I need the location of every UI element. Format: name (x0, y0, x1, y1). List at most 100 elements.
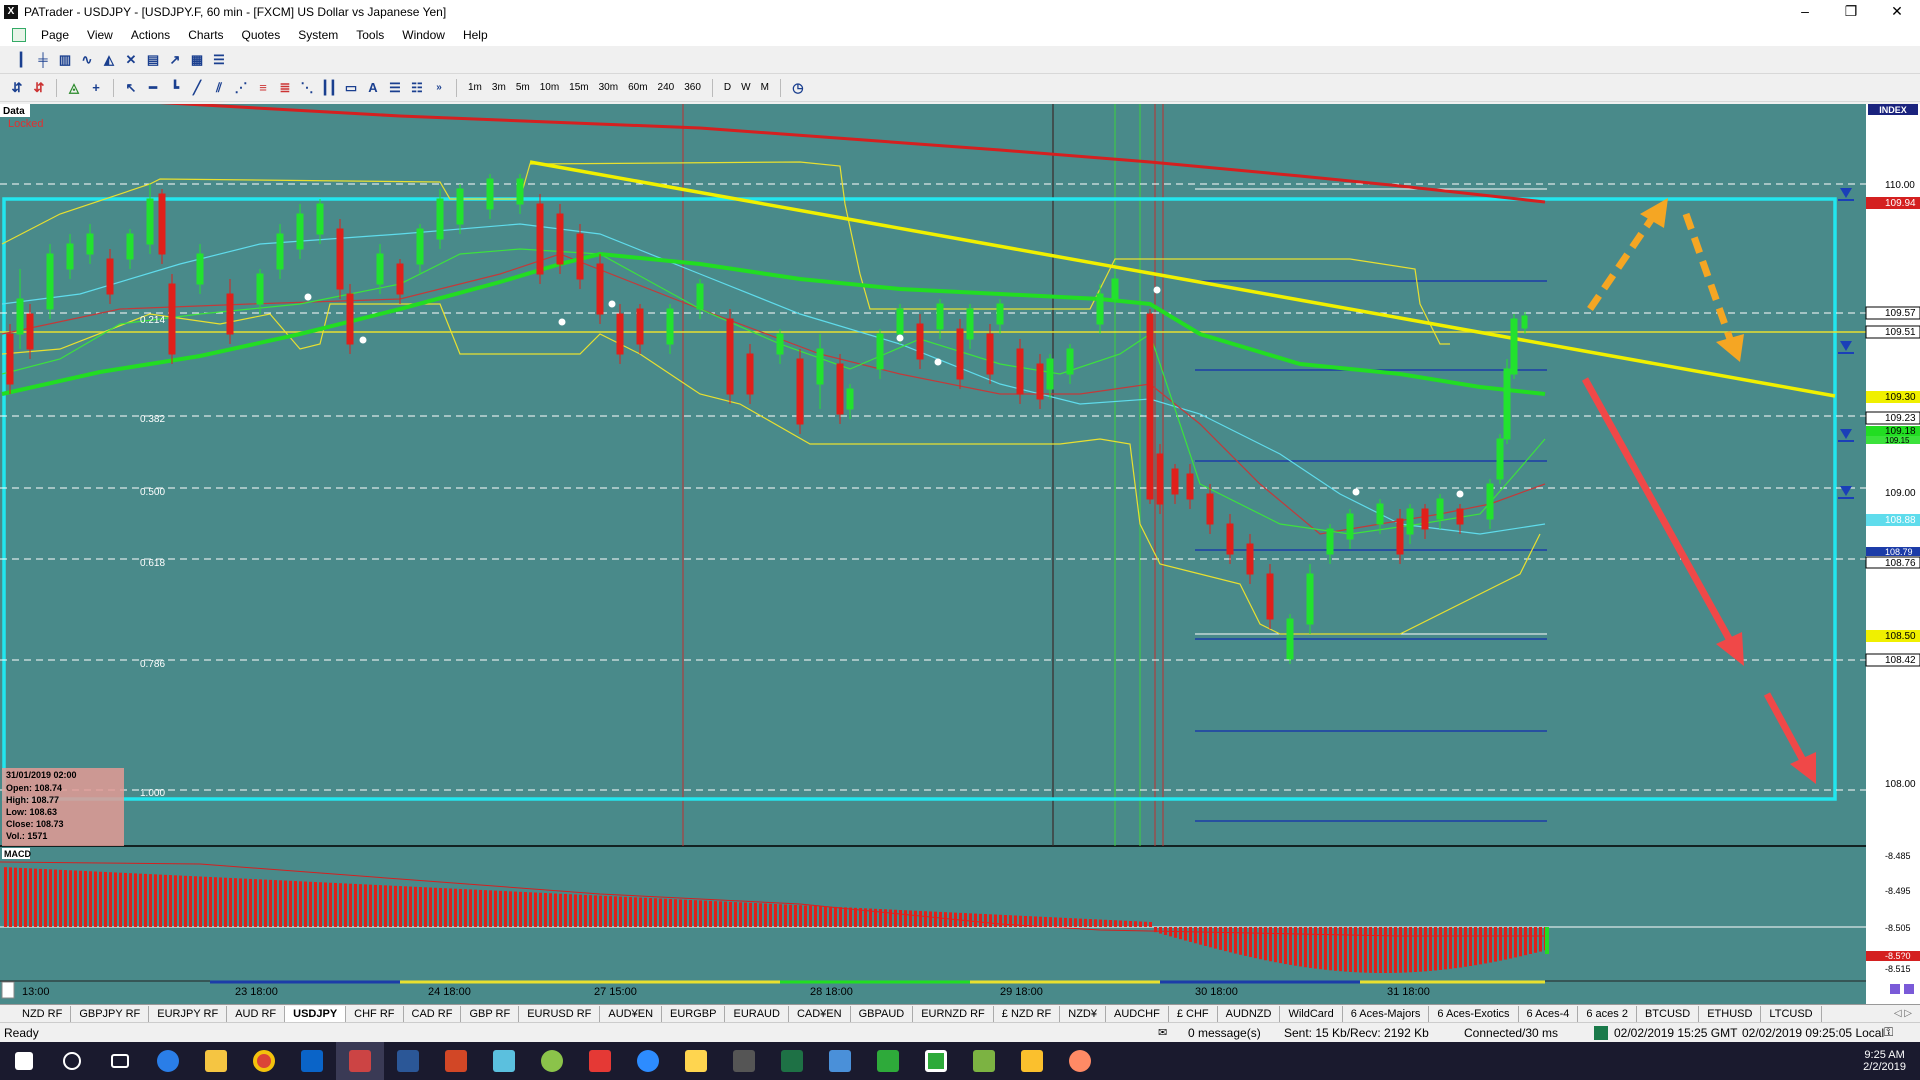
chrome-icon[interactable] (240, 1042, 288, 1080)
tf-daily-button[interactable]: D (719, 82, 736, 93)
channel-icon[interactable]: ⫽ (210, 79, 228, 97)
tab-scroll-arrows[interactable]: ◁ ▷ (1894, 1008, 1912, 1019)
minimize-button[interactable]: – (1782, 0, 1828, 24)
tab-audnzd[interactable]: AUDNZD (1218, 1005, 1281, 1022)
outlook-icon[interactable] (288, 1042, 336, 1080)
edge-icon[interactable] (144, 1042, 192, 1080)
menu-window[interactable]: Window (393, 28, 454, 42)
tf-360-button[interactable]: 360 (679, 82, 706, 93)
clock-icon[interactable]: ◷ (789, 79, 807, 97)
tf-3m-button[interactable]: 3m (487, 82, 511, 93)
zoom-icon[interactable] (624, 1042, 672, 1080)
tab-eurgbp[interactable]: EURGBP (662, 1005, 726, 1022)
tf-10m-button[interactable]: 10m (535, 82, 564, 93)
status-messages[interactable]: 0 message(s) (1188, 1026, 1261, 1040)
close-button[interactable]: ✕ (1874, 0, 1920, 24)
search-icon[interactable] (48, 1042, 96, 1080)
tf-1m-button[interactable]: 1m (463, 82, 487, 93)
gann-icon[interactable]: ⋱ (298, 79, 316, 97)
fibonacci-icon[interactable]: ≡ (254, 79, 272, 97)
tab-6aces-exotics[interactable]: 6 Aces-Exotics (1429, 1005, 1519, 1022)
horizontal-line-icon[interactable]: ━ (144, 79, 162, 97)
fib-extension-icon[interactable]: ≣ (276, 79, 294, 97)
tf-60m-button[interactable]: 60m (623, 82, 652, 93)
paint-icon[interactable] (1056, 1042, 1104, 1080)
tab-ltcusd[interactable]: LTCUSD (1761, 1005, 1822, 1022)
task-view-icon[interactable] (96, 1042, 144, 1080)
crosshair-icon[interactable]: + (87, 79, 105, 97)
camtasia-recorder-icon[interactable] (912, 1042, 960, 1080)
menu-view[interactable]: View (78, 28, 122, 42)
tab-audjpy[interactable]: AUD¥EN (600, 1005, 663, 1022)
line-chart-icon[interactable]: ∿ (78, 51, 96, 69)
menu-tools[interactable]: Tools (347, 28, 393, 42)
menu-actions[interactable]: Actions (122, 28, 179, 42)
rectangle-icon[interactable]: ▭ (342, 79, 360, 97)
area-chart-icon[interactable]: ◭ (100, 51, 118, 69)
zoom-out-icon[interactable]: ⇵ (30, 79, 48, 97)
tab-btcusd[interactable]: BTCUSD (1637, 1005, 1700, 1022)
tab-chf-rf[interactable]: CHF RF (346, 1005, 404, 1022)
bar-chart-icon[interactable]: ┃ (12, 51, 30, 69)
fan-icon[interactable]: ⋰ (232, 79, 250, 97)
tab-cad-rf[interactable]: CAD RF (404, 1005, 462, 1022)
menu-quotes[interactable]: Quotes (233, 28, 290, 42)
snipping-icon[interactable] (1008, 1042, 1056, 1080)
system-clock[interactable]: 9:25 AM 2/2/2019 (1863, 1042, 1906, 1080)
lock-icon[interactable]: ⚿ (1884, 1025, 1893, 1040)
candle-chart-icon[interactable]: ▥ (56, 51, 74, 69)
chart-area[interactable]: Data Locked INDEX 0.214 0.382 0.500 0.61… (0, 100, 1920, 1004)
powerpoint-icon[interactable] (432, 1042, 480, 1080)
tab-6aces-4[interactable]: 6 Aces-4 (1519, 1005, 1579, 1022)
zoom-in-icon[interactable]: ⇵ (8, 79, 26, 97)
scroll-left-handle[interactable] (1, 981, 15, 999)
tf-weekly-button[interactable]: W (736, 82, 755, 93)
file-explorer-icon[interactable] (192, 1042, 240, 1080)
tab-gbp-rf[interactable]: GBP RF (461, 1005, 520, 1022)
tab-nzdjpy[interactable]: NZD¥ (1060, 1005, 1106, 1022)
tab-eurusd-rf[interactable]: EURUSD RF (519, 1005, 601, 1022)
tab-6aces-majors[interactable]: 6 Aces-Majors (1343, 1005, 1430, 1022)
cursor-icon[interactable]: ↖ (122, 79, 140, 97)
list-view-icon[interactable]: ☰ (210, 51, 228, 69)
app-n-icon[interactable] (528, 1042, 576, 1080)
levels-edit-icon[interactable]: ☷ (408, 79, 426, 97)
tab-eurnzd-rf[interactable]: EURNZD RF (913, 1005, 994, 1022)
patrader-icon[interactable] (336, 1042, 384, 1080)
more-tools-icon[interactable]: » (430, 79, 448, 97)
tab-gbpnzd-rf[interactable]: £ NZD RF (994, 1005, 1061, 1022)
tf-30m-button[interactable]: 30m (594, 82, 623, 93)
tab-nzd-rf[interactable]: NZD RF (14, 1005, 72, 1022)
trend-chart-icon[interactable]: ↗ (166, 51, 184, 69)
menu-charts[interactable]: Charts (179, 28, 232, 42)
menu-page[interactable]: Page (32, 28, 78, 42)
tf-240-button[interactable]: 240 (653, 82, 680, 93)
mail-icon[interactable]: ✉ (1158, 1026, 1167, 1039)
indicator-icon[interactable]: ◬ (65, 79, 83, 97)
point-figure-icon[interactable]: ✕ (122, 51, 140, 69)
zoom-panel-icon[interactable] (1890, 984, 1900, 994)
tab-gbpaud[interactable]: GBPAUD (851, 1005, 914, 1022)
text-tool-icon[interactable]: A (364, 79, 382, 97)
ohlc-chart-icon[interactable]: ╪ (34, 51, 52, 69)
excel-icon[interactable] (768, 1042, 816, 1080)
tab-gbpchf[interactable]: £ CHF (1169, 1005, 1218, 1022)
tab-eurjpy-rf[interactable]: EURJPY RF (149, 1005, 228, 1022)
price-chart-svg[interactable]: Data Locked INDEX 0.214 0.382 0.500 0.61… (0, 100, 1920, 1004)
tab-usdjpy[interactable]: USDJPY (285, 1005, 347, 1022)
tab-aud-rf[interactable]: AUD RF (227, 1005, 286, 1022)
tab-gbpjpy-rf[interactable]: GBPJPY RF (71, 1005, 150, 1022)
renko-chart-icon[interactable]: ▤ (144, 51, 162, 69)
settings-panel-icon[interactable] (1904, 984, 1914, 994)
tab-audchf[interactable]: AUDCHF (1106, 1005, 1169, 1022)
maximize-button[interactable]: ❐ (1828, 0, 1874, 24)
tab-wildcard[interactable]: WildCard (1280, 1005, 1343, 1022)
tab-cadjpy[interactable]: CAD¥EN (789, 1005, 851, 1022)
start-icon[interactable] (0, 1042, 48, 1080)
notes-icon[interactable] (480, 1042, 528, 1080)
cycle-lines-icon[interactable]: ┃┃ (320, 79, 338, 97)
tf-monthly-button[interactable]: M (756, 82, 774, 93)
levels-icon[interactable]: ☰ (386, 79, 404, 97)
calculator-icon[interactable] (720, 1042, 768, 1080)
word-icon[interactable] (384, 1042, 432, 1080)
